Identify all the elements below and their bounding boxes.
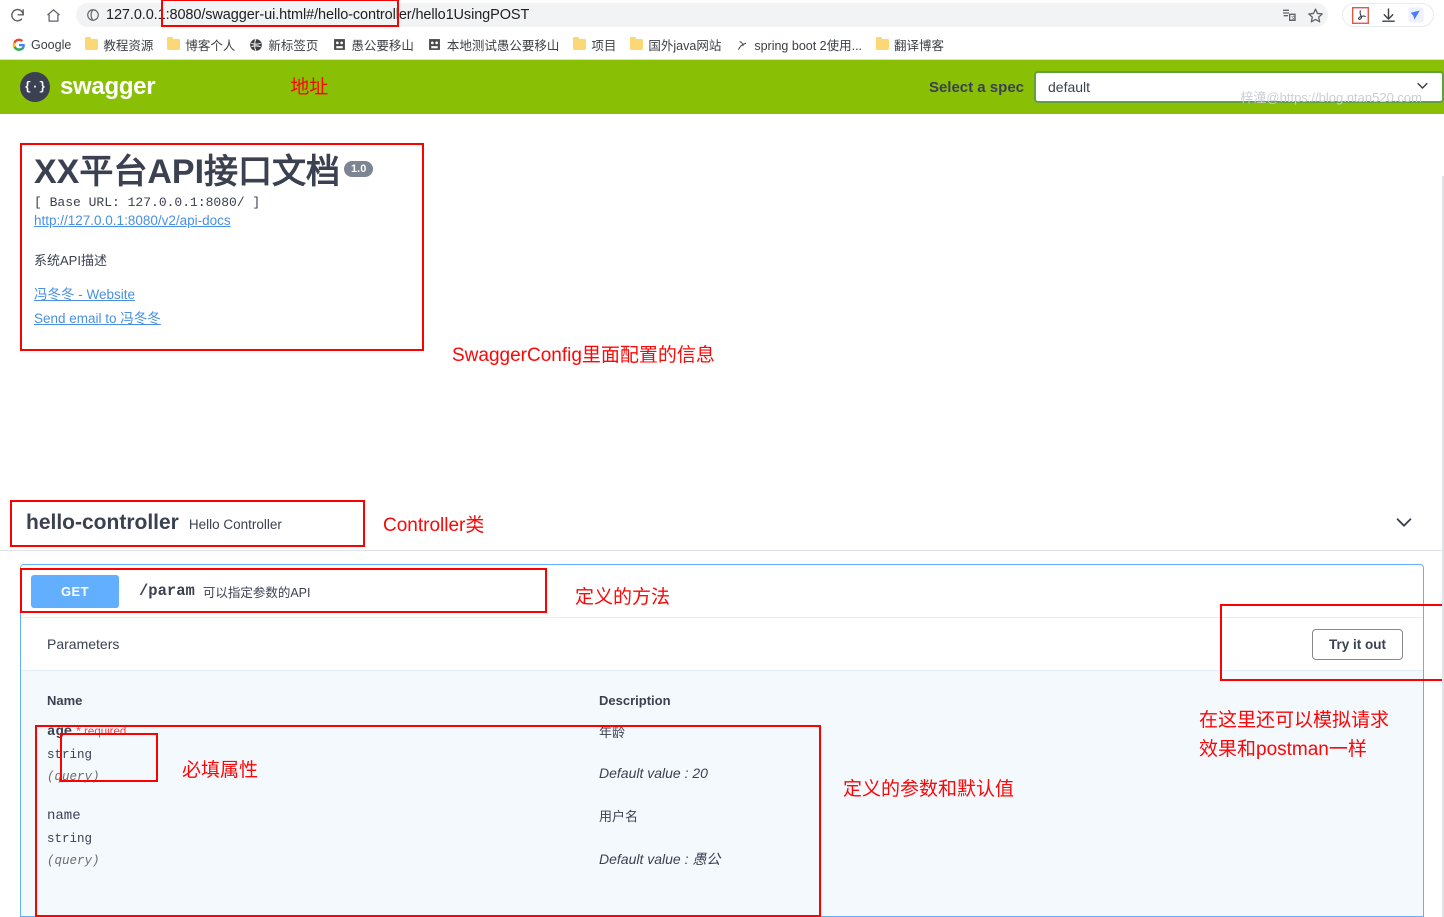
globe-icon [249, 38, 263, 52]
annotation-method: 定义的方法 [575, 587, 671, 608]
browser-chrome: 127.0.0.1:8080/swagger-ui.html#/hello-co… [0, 0, 1444, 60]
extensions-group [1342, 3, 1434, 27]
swagger-logo-text: swagger [60, 73, 156, 100]
tag-description: Hello Controller [188, 517, 282, 532]
parameter-name-cell: age * required string (query) [47, 722, 599, 784]
table-row: name string (query) 用户名 Default value : … [21, 784, 1423, 869]
parameter-location: (query) [47, 770, 100, 784]
annotation-address: 地址 [290, 76, 329, 98]
bookmark-item[interactable]: 国外java网站 [624, 33, 727, 56]
address-bar[interactable]: 127.0.0.1:8080/swagger-ui.html#/hello-co… [76, 0, 1328, 27]
url-text: 127.0.0.1:8080/swagger-ui.html#/hello-co… [106, 7, 530, 23]
bookmark-label: 本地测试愚公要移山 [446, 39, 560, 53]
api-docs-link[interactable]: http://127.0.0.1:8080/v2/api-docs [34, 213, 410, 228]
spec-select-value: default [1048, 79, 1091, 95]
parameter-name-line: name [47, 806, 599, 824]
folder-icon [630, 37, 644, 50]
extension-icon[interactable] [1407, 6, 1425, 24]
bookmark-item[interactable]: 翻译博客 [870, 33, 950, 56]
http-method-badge: GET [31, 574, 119, 608]
parameter-name-cell: name string (query) [47, 806, 599, 869]
omnibox-actions: 文 [1280, 3, 1324, 27]
contact-website-link[interactable]: 冯冬冬 - Website [34, 283, 410, 303]
reload-icon[interactable] [4, 2, 30, 28]
swagger-topbar: {·} swagger 地址 Select a spec default [0, 60, 1444, 114]
try-it-out-button[interactable]: Try it out [1312, 628, 1403, 660]
annotation-simulate-line1: 在这里还可以模拟请求 [1199, 710, 1390, 731]
api-description: 系统API描述 [34, 252, 107, 268]
folder-icon [573, 37, 587, 50]
star-icon[interactable] [1306, 6, 1324, 24]
bookmark-item[interactable]: 博客个人 [161, 33, 241, 56]
bookmark-label: 国外java网站 [648, 39, 722, 53]
bookmark-item[interactable]: 愚公要移山 [326, 33, 420, 56]
api-title-text: XX平台API接口文档 [34, 153, 341, 191]
select-spec-label: Select a spec [928, 78, 1024, 96]
operation-summary-text: 可以指定参数的API [202, 585, 311, 600]
folder-icon [167, 37, 181, 50]
annotation-controller: Controller类 [383, 515, 485, 536]
version-badge: 1.0 [344, 161, 374, 178]
pdf-extension-icon[interactable] [1351, 6, 1369, 24]
bookmark-item[interactable]: Google [6, 36, 77, 54]
tag-name: hello-controller [26, 511, 179, 534]
parameter-name: age [47, 724, 73, 740]
bookmarks-bar: Google 教程资源 博客个人 新标签页 愚公要移山 本地测试愚公要移山 项目… [0, 30, 1444, 60]
parameter-type: string [47, 748, 93, 762]
folder-icon [876, 37, 890, 50]
annotation-defaults: 定义的参数和默认值 [843, 779, 1015, 800]
folder-icon [85, 37, 99, 50]
annotation-simulate-line2: 效果和postman一样 [1199, 739, 1367, 760]
site-icon [332, 38, 346, 52]
parameter-name-line: age * required [47, 722, 599, 740]
svg-text:文: 文 [1291, 14, 1296, 21]
bookmark-label: 博客个人 [185, 39, 236, 53]
bookmark-label: 教程资源 [103, 39, 154, 53]
site-icon [428, 38, 442, 52]
parameter-default: Default value : 愚公 [599, 851, 721, 867]
operation-summary-row[interactable]: GET /param 可以指定参数的API [21, 565, 1423, 618]
bookmark-label: 新标签页 [268, 39, 319, 53]
watermark: 梓潼@https://blog.ntan520.com [1240, 90, 1422, 105]
browser-toolbar: 127.0.0.1:8080/swagger-ui.html#/hello-co… [0, 0, 1444, 30]
bookmark-item[interactable]: 项目 [567, 33, 622, 56]
operation-path: /param [139, 582, 195, 600]
parameter-name: name [47, 808, 81, 824]
bookmark-item[interactable]: 教程资源 [79, 33, 159, 56]
home-icon[interactable] [40, 2, 66, 28]
parameter-location: (query) [47, 854, 100, 868]
base-url: [ Base URL: 127.0.0.1:8080/ ] [34, 194, 261, 210]
bookmark-item[interactable]: 本地测试愚公要移山 [422, 33, 566, 56]
bookmark-label: 愚公要移山 [351, 39, 414, 53]
swagger-mark-icon: {·} [20, 72, 50, 102]
contact-email-link[interactable]: Send email to 冯冬冬 [34, 307, 410, 327]
bookmark-label: Google [31, 37, 72, 52]
google-icon [12, 38, 26, 52]
translate-icon[interactable]: 文 [1280, 6, 1298, 24]
column-header-name: Name [47, 693, 83, 708]
bookmark-label: 项目 [591, 39, 617, 53]
site-icon [735, 38, 749, 52]
page-title: XX平台API接口文档 1.0 [34, 153, 410, 191]
annotation-swagger-config: SwaggerConfig里面配置的信息 [452, 345, 715, 366]
bookmark-label: 翻译博客 [894, 39, 945, 53]
download-icon[interactable] [1379, 6, 1397, 24]
api-info-block: XX平台API接口文档 1.0 [ Base URL: 127.0.0.1:80… [20, 143, 424, 351]
parameters-title: Parameters [47, 636, 120, 652]
tag-section-hello-controller[interactable]: hello-controller Hello Controller Contro… [0, 497, 1443, 551]
bookmark-item[interactable]: 新标签页 [243, 33, 324, 56]
bookmark-item[interactable]: spring boot 2使用... [729, 33, 868, 56]
chevron-down-icon[interactable] [1393, 511, 1415, 538]
parameter-description-cell: 用户名 Default value : 愚公 [599, 806, 1397, 869]
site-info-icon[interactable] [86, 8, 100, 22]
parameter-description: 用户名 [599, 809, 639, 824]
annotation-required: 必填属性 [182, 760, 259, 781]
bookmark-label: spring boot 2使用... [754, 39, 863, 53]
required-marker: * required [76, 724, 127, 738]
parameters-header: Parameters Try it out [21, 618, 1423, 671]
tag-header-box[interactable]: hello-controller Hello Controller [10, 500, 365, 547]
parameter-type: string [47, 832, 93, 846]
swagger-logo[interactable]: {·} swagger [20, 72, 156, 102]
